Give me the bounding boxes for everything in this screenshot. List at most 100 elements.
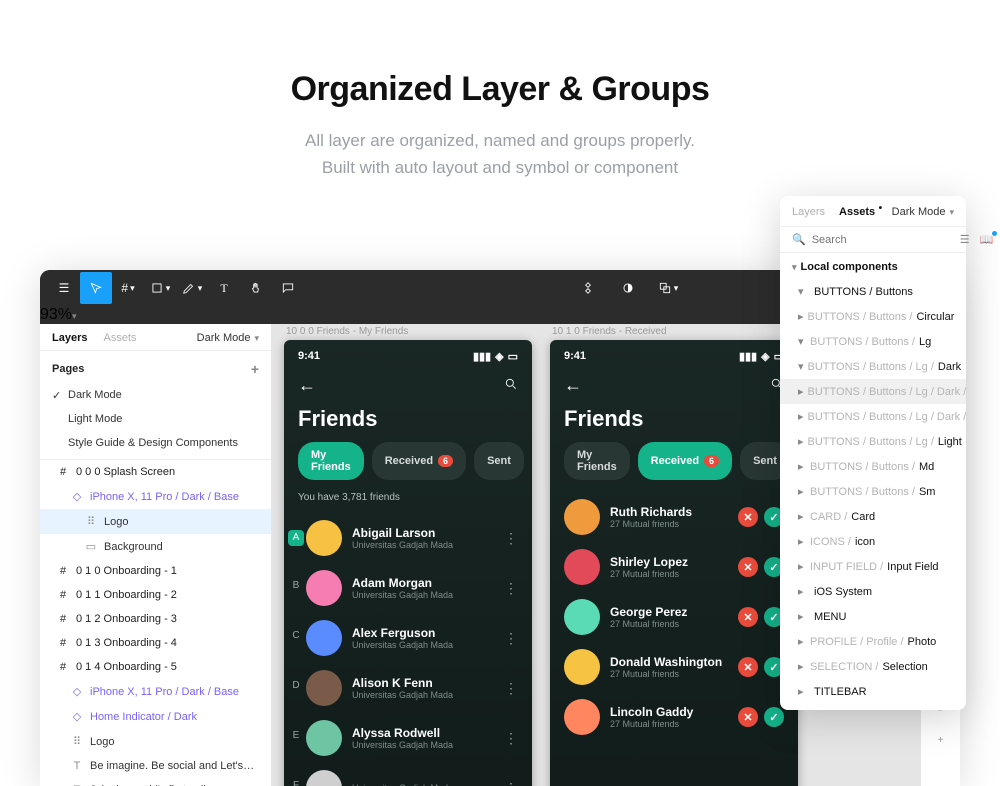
asset-item[interactable]: ▾BUTTONS / Buttons [780, 279, 966, 304]
assets-panel: Layers Assets Dark Mode▾ 🔍 ☰ 📖 ▾Local co… [780, 196, 966, 710]
more-icon[interactable]: ⋮ [504, 530, 518, 547]
search-input[interactable] [812, 234, 954, 246]
back-icon[interactable]: ← [298, 375, 316, 396]
layer-item[interactable]: #0 1 1 Onboarding - 2 [40, 583, 271, 607]
pages-label: Pages [52, 363, 84, 375]
frame-tool-icon[interactable]: #▾ [112, 272, 144, 304]
asset-item[interactable]: ▸PROFILE / Profile / Photo [780, 629, 966, 654]
asset-item[interactable]: ▸INPUT FIELD / Input Field [780, 554, 966, 579]
layer-item[interactable]: ▭Background [40, 534, 271, 559]
decline-icon[interactable]: ✕ [738, 507, 758, 527]
layer-item[interactable]: ◇Home Indicator / Dark [40, 704, 271, 729]
search-icon[interactable] [504, 377, 518, 394]
move-tool-icon[interactable] [80, 272, 112, 304]
artboard-received[interactable]: 9:41 ▮▮▮◈▭ ← Friends My Friends Received… [550, 340, 798, 786]
asset-item[interactable]: ▾BUTTONS / Buttons / Lg [780, 329, 966, 354]
asset-item[interactable]: ▸iOS System [780, 579, 966, 604]
asset-item[interactable]: ▸BUTTONS / Buttons / Sm [780, 479, 966, 504]
shape-tool-icon[interactable]: ▾ [144, 272, 176, 304]
menu-icon[interactable]: ☰ [48, 272, 80, 304]
friend-item[interactable]: FUniversitas Gadjah Mada⋮ [284, 763, 532, 786]
layer-item[interactable]: ◇iPhone X, 11 Pro / Dark / Base [40, 679, 271, 704]
boolean-icon[interactable]: ▾ [652, 272, 684, 304]
pen-tool-icon[interactable]: ▾ [176, 272, 208, 304]
page-item[interactable]: Dark Mode [40, 383, 271, 407]
hero: Organized Layer & Groups All layer are o… [0, 0, 1000, 181]
layer-item[interactable]: ⠿Logo [40, 509, 271, 534]
more-icon[interactable]: ⋮ [504, 730, 518, 747]
asset-item[interactable]: ▸TITLEBAR [780, 679, 966, 704]
more-icon[interactable]: ⋮ [504, 580, 518, 597]
tab-assets[interactable]: Assets [839, 206, 875, 218]
accept-icon[interactable]: ✓ [764, 707, 784, 727]
layer-item[interactable]: ◇iPhone X, 11 Pro / Dark / Base [40, 484, 271, 509]
hand-tool-icon[interactable] [240, 272, 272, 304]
friend-item[interactable]: DAlison K FennUniversitas Gadjah Mada⋮ [284, 663, 532, 713]
asset-item[interactable]: ▸BUTTONS / Buttons / Lg / Dark / Line [780, 404, 966, 429]
more-icon[interactable]: ⋮ [504, 780, 518, 786]
list-view-icon[interactable]: ☰ [960, 233, 970, 246]
request-item[interactable]: Donald Washington27 Mutual friends✕✓ [550, 642, 798, 692]
layer-item[interactable]: TBe imagine. Be social and Let's… [40, 754, 271, 778]
asset-item[interactable]: ▸MENU [780, 604, 966, 629]
component-icon[interactable] [572, 272, 604, 304]
add-page-icon[interactable]: + [251, 361, 259, 377]
decline-icon[interactable]: ✕ [738, 557, 758, 577]
status-time: 9:41 [564, 350, 586, 363]
screen-title: Friends [284, 406, 532, 442]
tab-layers[interactable]: Layers [52, 332, 87, 344]
hero-title: Organized Layer & Groups [0, 70, 1000, 109]
layer-item[interactable]: #0 1 3 Onboarding - 4 [40, 631, 271, 655]
asset-item[interactable]: ▾BUTTONS / Buttons / Lg / Dark [780, 354, 966, 379]
page-item[interactable]: Light Mode [40, 407, 271, 431]
friend-item[interactable]: BAdam MorganUniversitas Gadjah Mada⋮ [284, 563, 532, 613]
comment-tool-icon[interactable] [272, 272, 304, 304]
hero-subtitle: All layer are organized, named and group… [0, 127, 1000, 181]
back-icon[interactable]: ← [564, 375, 582, 396]
layer-item[interactable]: ⠿Logo [40, 729, 271, 754]
more-icon[interactable]: ⋮ [504, 630, 518, 647]
more-icon[interactable]: ⋮ [504, 680, 518, 697]
asset-item[interactable]: ▸BUTTONS / Buttons / Lg / Dark / Fill [780, 379, 966, 404]
request-item[interactable]: Lincoln Gaddy27 Mutual friends✕✓ [550, 692, 798, 742]
layer-item[interactable]: TJoin the world's first collages s… [40, 778, 271, 786]
decline-icon[interactable]: ✕ [738, 657, 758, 677]
layer-item[interactable]: #0 1 2 Onboarding - 3 [40, 607, 271, 631]
wifi-icon: ◈ [495, 350, 503, 363]
text-tool-icon[interactable]: T [208, 272, 240, 304]
tab-layers[interactable]: Layers [792, 206, 825, 218]
tab-my-friends[interactable]: My Friends [298, 442, 364, 480]
artboard-label: 10 0 0 Friends - My Friends [286, 326, 408, 337]
page-switcher[interactable]: Dark Mode▾ [892, 206, 954, 218]
asset-item[interactable]: ▸BUTTONS / Buttons / Md [780, 454, 966, 479]
signal-icon: ▮▮▮ [739, 350, 757, 363]
tab-sent[interactable]: Sent [474, 442, 524, 480]
request-item[interactable]: Shirley Lopez27 Mutual friends✕✓ [550, 542, 798, 592]
layer-item[interactable]: #0 1 0 Onboarding - 1 [40, 559, 271, 583]
asset-item[interactable]: ▸BUTTONS / Buttons / Lg / Light [780, 429, 966, 454]
decline-icon[interactable]: ✕ [738, 707, 758, 727]
asset-item[interactable]: ▸BUTTONS / Buttons / Circular [780, 304, 966, 329]
layer-item[interactable]: #0 0 0 Splash Screen [40, 460, 271, 484]
asset-item[interactable]: ▸SELECTION / Selection [780, 654, 966, 679]
local-components-label[interactable]: Local components [801, 261, 898, 273]
tab-my-friends[interactable]: My Friends [564, 442, 630, 480]
tab-received[interactable]: Received6 [638, 442, 732, 480]
left-panel: Layers Assets Dark Mode▾ Pages + Dark Mo… [40, 324, 272, 786]
request-item[interactable]: Ruth Richards27 Mutual friends✕✓ [550, 492, 798, 542]
tab-assets[interactable]: Assets [103, 332, 136, 344]
asset-item[interactable]: ▸ICONS / icon [780, 529, 966, 554]
artboard-my-friends[interactable]: 9:41 ▮▮▮◈▭ ← Friends My Friends Received… [284, 340, 532, 786]
page-switcher[interactable]: Dark Mode▾ [197, 332, 259, 344]
page-item[interactable]: Style Guide & Design Components [40, 431, 271, 455]
friend-item[interactable]: AAbigail LarsonUniversitas Gadjah Mada⋮ [284, 513, 532, 563]
library-icon[interactable]: 📖 [980, 233, 994, 246]
friend-item[interactable]: CAlex FergusonUniversitas Gadjah Mada⋮ [284, 613, 532, 663]
decline-icon[interactable]: ✕ [738, 607, 758, 627]
layer-item[interactable]: #0 1 4 Onboarding - 5 [40, 655, 271, 679]
artboard-label: 10 1 0 Friends - Received [552, 326, 667, 337]
request-item[interactable]: George Perez27 Mutual friends✕✓ [550, 592, 798, 642]
mask-icon[interactable] [612, 272, 644, 304]
asset-item[interactable]: ▸CARD / Card [780, 504, 966, 529]
tab-received[interactable]: Received6 [372, 442, 466, 480]
